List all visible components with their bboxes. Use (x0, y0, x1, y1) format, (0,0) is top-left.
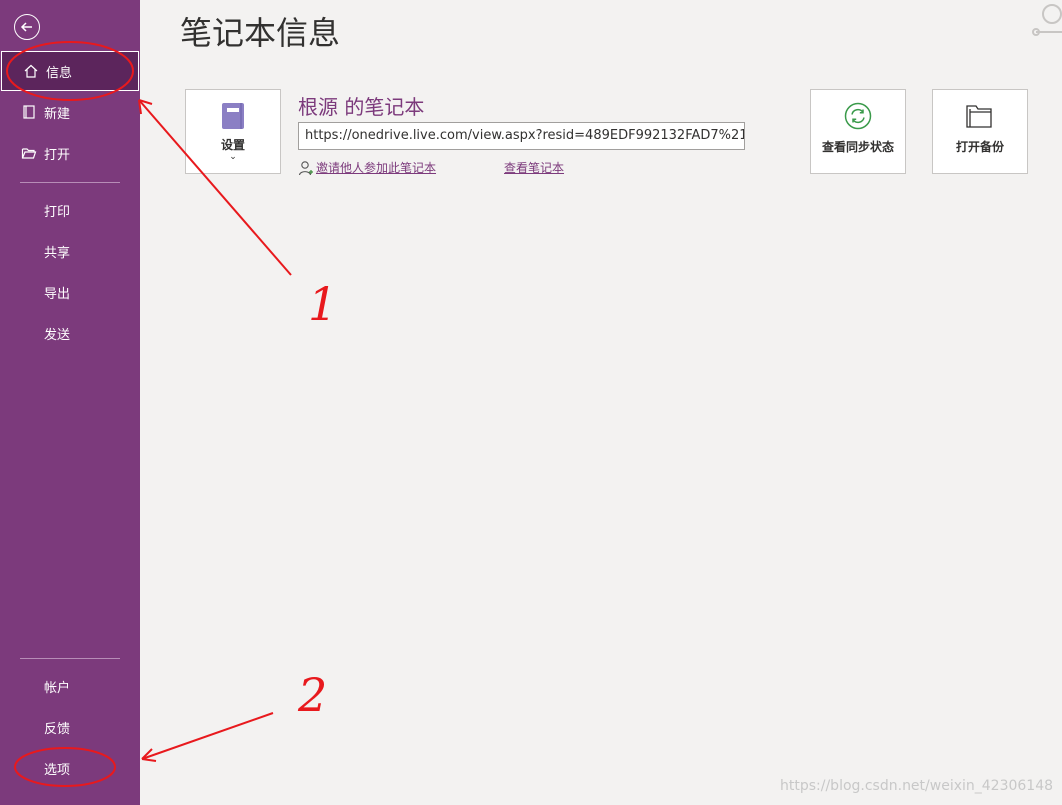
sync-label: 查看同步状态 (821, 140, 894, 154)
nav-open[interactable]: 打开 (0, 133, 140, 173)
folder-open-icon (20, 145, 38, 161)
view-notebook-link[interactable]: 查看笔记本 (504, 159, 564, 176)
nav-send-label: 发送 (44, 327, 71, 343)
notebook-icon (220, 102, 246, 134)
nav-options-label: 选项 (44, 762, 71, 778)
chevron-down-icon: ⌄ (229, 152, 237, 162)
nav-account-label: 帐户 (44, 680, 71, 696)
nav-export[interactable]: 导出 (0, 272, 140, 312)
sidebar: 信息 新建 打开 打印 共享 导出 发送 帐户 反馈 选项 (0, 0, 140, 805)
backup-label: 打开备份 (955, 140, 1004, 154)
nav-divider-bottom (20, 658, 120, 659)
annotation-arrow-2 (141, 712, 274, 760)
notebook-url-field[interactable]: https://onedrive.live.com/view.aspx?resi… (298, 122, 745, 150)
nav-export-label: 导出 (44, 286, 71, 302)
nav-print-label: 打印 (44, 204, 71, 220)
nav-divider (20, 182, 120, 183)
view-sync-status-button[interactable]: 查看同步状态 (810, 89, 906, 174)
home-icon (22, 63, 40, 79)
nav-feedback[interactable]: 反馈 (0, 707, 140, 747)
nav-send[interactable]: 发送 (0, 313, 140, 353)
person-add-icon (298, 160, 313, 175)
nav-share-label: 共享 (44, 245, 71, 261)
nav-info-label: 信息 (46, 65, 73, 81)
invite-link-label: 邀请他人参加此笔记本 (316, 161, 437, 175)
nav-account[interactable]: 帐户 (0, 666, 140, 706)
annotation-number-1: 1 (308, 277, 337, 331)
nav-open-label: 打开 (44, 147, 71, 163)
nav-print[interactable]: 打印 (0, 190, 140, 230)
back-arrow-icon (20, 22, 32, 32)
nav-share[interactable]: 共享 (0, 231, 140, 271)
folder-icon (965, 102, 995, 130)
nav-feedback-label: 反馈 (44, 721, 71, 737)
nav-info[interactable]: 信息 (1, 51, 139, 91)
nav-new[interactable]: 新建 (0, 92, 140, 132)
notebook-settings-button[interactable]: 设置 ⌄ (185, 89, 281, 174)
annotation-number-2: 2 (297, 668, 327, 722)
decorative-circuit-icon (1030, 0, 1062, 40)
open-backups-button[interactable]: 打开备份 (932, 89, 1028, 174)
settings-label: 设置 (220, 138, 245, 152)
sync-icon (844, 102, 872, 130)
watermark: https://blog.csdn.net/weixin_42306148 (780, 778, 1054, 794)
new-page-icon (20, 104, 38, 120)
nav-new-label: 新建 (44, 106, 71, 122)
nav-options[interactable]: 选项 (0, 748, 140, 788)
notebook-name: 根源 的笔记本 (298, 95, 425, 119)
page-title: 笔记本信息 (180, 14, 341, 52)
back-button[interactable] (14, 14, 40, 40)
invite-people-link[interactable]: 邀请他人参加此笔记本 (298, 159, 436, 176)
